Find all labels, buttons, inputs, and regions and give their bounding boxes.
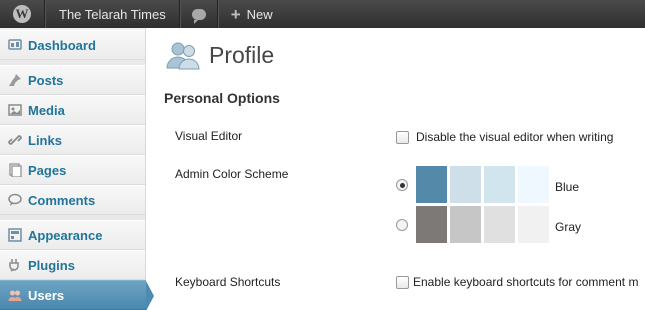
comment-bubble-icon	[191, 8, 206, 24]
sidebar-item-plugins[interactable]: Plugins	[0, 250, 145, 280]
media-icon	[8, 103, 22, 117]
dashboard-icon	[8, 38, 22, 52]
pin-icon	[8, 73, 22, 87]
wordpress-logo-button[interactable]: W	[0, 0, 45, 28]
keyboard-shortcuts-checkbox[interactable]	[396, 276, 409, 289]
sidebar-item-label: Appearance	[28, 227, 103, 243]
sidebar-item-dashboard[interactable]: Dashboard	[0, 30, 145, 60]
comment-icon	[8, 193, 22, 207]
sidebar-item-label: Dashboard	[28, 37, 96, 53]
page-icon	[8, 163, 22, 177]
sidebar-item-appearance[interactable]: Appearance	[0, 220, 145, 250]
visual-editor-label: Visual Editor	[175, 129, 243, 143]
admin-sidebar: Dashboard Posts Media Links Pages Commen…	[0, 28, 154, 310]
color-scheme-blue-label[interactable]: Blue	[555, 180, 579, 194]
sidebar-item-posts[interactable]: Posts	[0, 65, 145, 95]
sidebar-item-media[interactable]: Media	[0, 95, 145, 125]
profile-users-icon	[166, 40, 200, 70]
visual-editor-checkbox[interactable]	[396, 131, 409, 144]
sidebar-item-label: Comments	[28, 192, 96, 208]
site-name-link[interactable]: The Telarah Times	[45, 0, 180, 28]
color-swatch	[450, 166, 481, 203]
color-swatch	[518, 206, 549, 243]
main-content: Profile Personal Options Visual Editor D…	[146, 28, 645, 310]
color-swatch	[484, 166, 515, 203]
sidebar-item-label: Links	[28, 132, 62, 148]
site-name-label: The Telarah Times	[59, 6, 166, 22]
section-title: Personal Options	[164, 90, 280, 106]
color-scheme-label: Admin Color Scheme	[175, 167, 289, 181]
color-scheme-gray-label[interactable]: Gray	[555, 220, 581, 234]
new-label: New	[246, 6, 273, 22]
color-swatch	[484, 206, 515, 243]
link-icon	[8, 133, 22, 147]
page-title: Profile	[209, 42, 275, 68]
color-scheme-gray-radio[interactable]	[396, 219, 408, 231]
users-icon	[8, 288, 22, 302]
wordpress-icon: W	[13, 5, 31, 23]
keyboard-shortcuts-checkbox-label[interactable]: Enable keyboard shortcuts for comment m	[413, 275, 638, 289]
sidebar-item-pages[interactable]: Pages	[0, 155, 145, 185]
visual-editor-checkbox-label[interactable]: Disable the visual editor when writing	[416, 130, 613, 144]
admin-bar: W The Telarah Times + New	[0, 0, 645, 28]
keyboard-shortcuts-label: Keyboard Shortcuts	[175, 275, 281, 289]
appearance-icon	[8, 228, 22, 242]
sidebar-item-label: Media	[28, 102, 65, 118]
color-swatch	[450, 206, 481, 243]
sidebar-item-label: Plugins	[28, 257, 75, 273]
sidebar-item-label: Pages	[28, 162, 67, 178]
sidebar-item-label: Users	[28, 287, 65, 303]
sidebar-item-links[interactable]: Links	[0, 125, 145, 155]
color-scheme-blue-radio[interactable]	[396, 179, 408, 191]
plus-icon: +	[230, 4, 241, 24]
comments-button[interactable]	[179, 0, 218, 28]
sidebar-item-label: Posts	[28, 72, 64, 88]
color-swatch	[416, 166, 447, 203]
sidebar-item-comments[interactable]: Comments	[0, 185, 145, 215]
sidebar-item-users[interactable]: Users	[0, 280, 154, 310]
new-content-button[interactable]: + New	[217, 0, 285, 28]
color-swatch	[416, 206, 447, 243]
plugin-icon	[8, 258, 22, 272]
color-swatch	[518, 166, 549, 203]
